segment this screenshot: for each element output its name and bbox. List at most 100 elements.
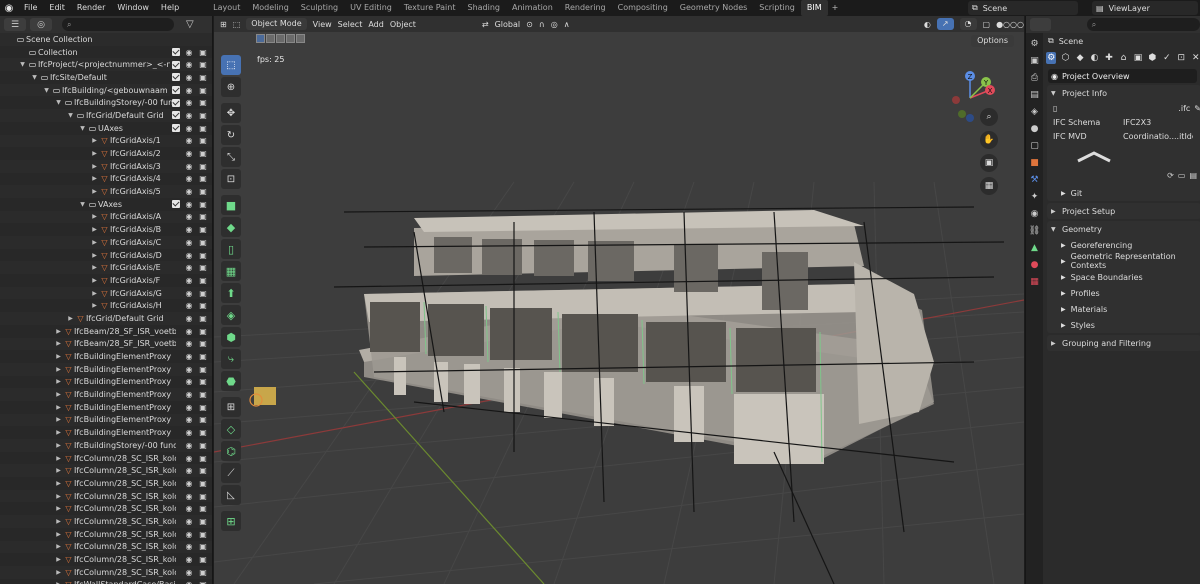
render-tab-icon[interactable]: ▣: [1028, 54, 1042, 68]
zoom-icon[interactable]: ⌕: [980, 108, 998, 126]
camera-icon[interactable]: ▣: [198, 238, 208, 247]
camera-icon[interactable]: ▣: [198, 415, 208, 424]
outliner-row[interactable]: ▶ ▽ IfcGridAxis/5 ◉ ▣: [0, 185, 212, 198]
disclosure-arrow-icon[interactable]: ▶: [54, 404, 63, 411]
outliner-row[interactable]: ▼▭IfcProject/<projectnummer>_<-naam>◉▣: [0, 58, 212, 72]
structural-tool-icon[interactable]: ⌬: [221, 441, 241, 461]
exclude-checkbox[interactable]: [172, 124, 180, 133]
camera-icon[interactable]: ▣: [198, 136, 208, 145]
eye-icon[interactable]: ◉: [184, 403, 194, 412]
disclosure-arrow-icon[interactable]: ▶: [54, 569, 63, 576]
camera-icon[interactable]: ▣: [198, 580, 208, 584]
outliner-search-input[interactable]: ⌕: [62, 18, 174, 31]
workspace-tab-shading[interactable]: Shading: [461, 0, 506, 16]
eye-icon[interactable]: ◉: [184, 162, 194, 171]
material-tab-icon[interactable]: ●: [1028, 258, 1042, 272]
mode-dropdown[interactable]: Object Mode: [246, 18, 307, 30]
exclude-checkbox[interactable]: [172, 98, 180, 107]
geometry-icon[interactable]: ◆: [1075, 52, 1085, 64]
outliner-row[interactable]: ▼ ▭ IfcGrid/Default Grid ◉ ▣: [0, 109, 212, 122]
eye-icon[interactable]: ◉: [184, 428, 194, 437]
disclosure-arrow-icon[interactable]: ▶: [54, 531, 63, 538]
camera-icon[interactable]: ▣: [198, 111, 208, 120]
camera-icon[interactable]: ▣: [198, 98, 208, 107]
add-object-tool-icon[interactable]: ⊞: [221, 511, 241, 531]
falloff-icon[interactable]: ∧: [564, 20, 570, 29]
texture-tab-icon[interactable]: ▦: [1028, 275, 1042, 289]
annotation-tool-icon[interactable]: ⊞: [221, 397, 241, 417]
pan-hand-icon[interactable]: ✋: [980, 131, 998, 149]
eye-icon[interactable]: ◉: [184, 504, 194, 513]
outliner-row[interactable]: ▶ ▽ IfcGridAxis/A ◉ ▣: [0, 210, 212, 224]
reload-icon[interactable]: ⟳: [1167, 171, 1174, 185]
outliner-row[interactable]: ▶ ▽ IfcColumn/28_SC_ISR_kolom ◉ ▣: [0, 515, 212, 528]
eye-icon[interactable]: ◉: [184, 530, 194, 539]
georeferencing-subpanel[interactable]: ▶ Georeferencing: [1047, 237, 1200, 253]
outliner-row[interactable]: ▶ ▽ IfcGridAxis/D ◉ ▣: [0, 249, 212, 262]
outliner-row[interactable]: ▼ ▭ VAxes ◉ ▣: [0, 198, 212, 211]
outliner-row[interactable]: ▶▽IfcBuildingStorey/-00 fundatie◉▣: [0, 439, 212, 452]
measure-tool-icon[interactable]: ⟋: [221, 463, 241, 483]
camera-icon[interactable]: ▣: [198, 124, 208, 133]
git-subpanel[interactable]: ▶ Git: [1047, 185, 1200, 201]
spatial-tool-icon[interactable]: ◇: [221, 419, 241, 439]
proportional-icon[interactable]: ◎: [551, 20, 558, 29]
eye-icon[interactable]: ◉: [184, 327, 194, 336]
disclosure-arrow-icon[interactable]: ▶: [54, 556, 63, 563]
project-overview-icon[interactable]: ⚙: [1046, 52, 1057, 64]
outliner-row[interactable]: ▶ ▽ IfcBuildingElementProxy ◉ ▣: [0, 413, 212, 427]
clash-icon[interactable]: ✕: [1191, 52, 1200, 64]
disclosure-arrow-icon[interactable]: ▶: [90, 226, 99, 233]
eye-icon[interactable]: ◉: [184, 136, 194, 145]
eye-icon[interactable]: ◉: [184, 48, 194, 57]
object-tab-icon[interactable]: ■: [1028, 156, 1042, 170]
eye-icon[interactable]: ◉: [184, 542, 194, 551]
eye-icon[interactable]: ◉: [184, 212, 194, 221]
outliner-row[interactable]: ▶ ▽ IfcGridAxis/E ◉ ▣: [0, 261, 212, 275]
outliner-row[interactable]: ▶ ▽ IfcGridAxis/H ◉ ▣: [0, 299, 212, 312]
eye-icon[interactable]: ◉: [184, 301, 194, 310]
window-tool-icon[interactable]: ▦: [221, 261, 241, 281]
disclosure-arrow-icon[interactable]: ▶: [90, 302, 99, 309]
view-layer-tab-icon[interactable]: ▤: [1028, 88, 1042, 102]
outliner-row[interactable]: ▶ ▽ IfcGridAxis/G ◉ ▣: [0, 286, 212, 300]
geometry-header[interactable]: ▼ Geometry: [1047, 221, 1200, 237]
styles-subpanel[interactable]: ▶ Styles: [1047, 317, 1200, 333]
perspective-grid-icon[interactable]: ▦: [980, 177, 998, 195]
world-tab-icon[interactable]: ●: [1028, 122, 1042, 136]
disclosure-arrow-icon[interactable]: ▶: [54, 391, 63, 398]
quality-icon[interactable]: ✓: [1162, 52, 1172, 64]
outliner-row[interactable]: ▶ ▽ IfcGridAxis/3 ◉ ▣: [0, 159, 212, 173]
camera-icon[interactable]: ▣: [198, 568, 208, 577]
disclosure-arrow-icon[interactable]: ▶: [90, 277, 99, 284]
add-workspace-icon[interactable]: +: [828, 0, 843, 16]
cursor-tool-icon[interactable]: ⊕: [221, 77, 241, 97]
eye-icon[interactable]: ◉: [184, 263, 194, 272]
eye-icon[interactable]: ◉: [184, 390, 194, 399]
object-menu[interactable]: Object: [390, 20, 416, 29]
disclosure-arrow-icon[interactable]: ▶: [54, 467, 63, 474]
move-tool-icon[interactable]: ✥: [221, 103, 241, 123]
camera-icon[interactable]: ▣: [198, 149, 208, 158]
select-box-tool-icon[interactable]: ⬚: [221, 55, 241, 75]
exclude-checkbox[interactable]: [172, 60, 180, 69]
eye-icon[interactable]: ◉: [184, 339, 194, 348]
eye-icon[interactable]: ◉: [184, 441, 194, 450]
disclosure-arrow-icon[interactable]: ▶: [90, 213, 99, 220]
camera-icon[interactable]: ▣: [198, 542, 208, 551]
exclude-checkbox[interactable]: [172, 73, 180, 82]
outliner-row[interactable]: ▶ ▽ IfcBuildingElementProxy ◉ ▣: [0, 362, 212, 376]
eye-icon[interactable]: ◉: [184, 124, 194, 133]
snap-icon[interactable]: ∩: [539, 20, 545, 29]
transform-orientation-icon[interactable]: ⇄: [482, 20, 489, 29]
eye-icon[interactable]: ◉: [184, 479, 194, 488]
materials-subpanel[interactable]: ▶ Materials: [1047, 301, 1200, 317]
schedule-icon[interactable]: ⊡: [1176, 52, 1186, 64]
pipe-tool-icon[interactable]: ⤷: [221, 349, 241, 369]
camera-icon[interactable]: ▣: [198, 555, 208, 564]
camera-icon[interactable]: ▣: [198, 162, 208, 171]
camera-icon[interactable]: ▣: [198, 301, 208, 310]
door-tool-icon[interactable]: ▯: [221, 239, 241, 259]
outliner-row[interactable]: ▼ ▭ IfcSite/Default ◉ ▣: [0, 71, 212, 84]
eye-icon[interactable]: ◉: [184, 352, 194, 361]
